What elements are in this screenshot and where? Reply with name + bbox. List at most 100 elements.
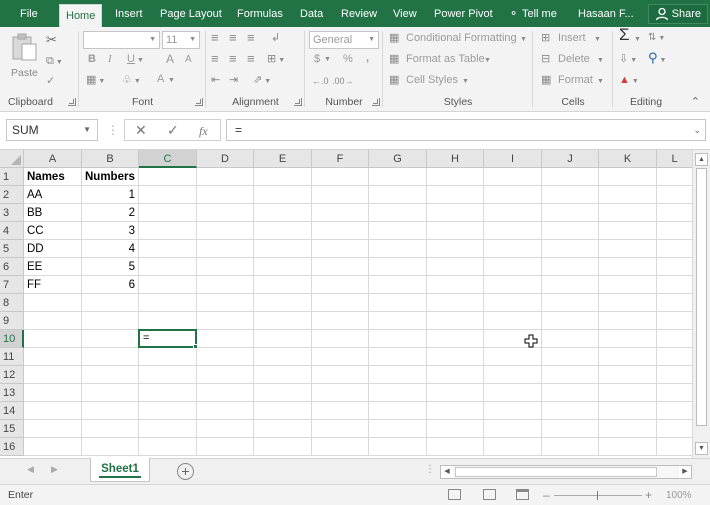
row-header-11[interactable]: 11 xyxy=(0,348,24,366)
horizontal-scroll-thumb[interactable] xyxy=(455,467,657,477)
font-name-select[interactable]: ▼ xyxy=(83,31,160,49)
tab-data[interactable]: Data xyxy=(300,0,323,27)
tab-view[interactable]: View xyxy=(393,0,417,27)
row-header-4[interactable]: 4 xyxy=(0,222,24,240)
autosum-icon[interactable]: Σ xyxy=(619,26,630,43)
chevron-down-icon[interactable]: ▼ xyxy=(520,33,527,47)
chevron-down-icon[interactable]: ▼ xyxy=(597,54,604,68)
row-header-9[interactable]: 9 xyxy=(0,312,24,330)
cell-b6[interactable]: 5 xyxy=(82,258,138,276)
zoom-level[interactable]: 100% xyxy=(666,490,692,501)
decrease-font-button[interactable]: A xyxy=(185,54,192,65)
chevron-down-icon[interactable]: ▼ xyxy=(484,54,491,68)
number-format-select[interactable]: General ▼ xyxy=(309,31,379,49)
align-bottom-icon[interactable]: ≡ xyxy=(247,31,255,45)
column-header-j[interactable]: J xyxy=(542,150,599,168)
tab-formulas[interactable]: Formulas xyxy=(237,0,283,27)
merge-center-icon[interactable]: ⊞ ▼ xyxy=(267,52,285,68)
increase-font-button[interactable]: A xyxy=(166,52,174,66)
row-header-5[interactable]: 5 xyxy=(0,240,24,258)
number-launcher-icon[interactable] xyxy=(372,98,380,106)
chevron-down-icon[interactable]: ▼ xyxy=(634,33,641,47)
worksheet-grid[interactable]: A B C D E F G H I J K L 1 2 3 4 5 6 7 8 9 10 11 12 13 14 15 16 Names… xyxy=(0,150,692,458)
row-header-3[interactable]: 3 xyxy=(0,204,24,222)
name-box[interactable]: SUM ▼ xyxy=(6,119,98,141)
percent-button[interactable]: % xyxy=(343,53,353,65)
insert-function-button[interactable]: fx xyxy=(199,123,208,139)
wrap-text-icon[interactable]: ↲ xyxy=(271,31,280,45)
cell-styles-button[interactable]: Cell Styles xyxy=(406,74,458,86)
align-right-icon[interactable]: ≡ xyxy=(247,52,255,66)
row-header-16[interactable]: 16 xyxy=(0,438,24,456)
cell-a2[interactable]: AA xyxy=(24,186,81,204)
grip-icon[interactable]: ⋮ xyxy=(107,124,119,136)
row-header-6[interactable]: 6 xyxy=(0,258,24,276)
enter-icon[interactable]: ✓ xyxy=(167,122,179,138)
align-middle-icon[interactable]: ≡ xyxy=(229,31,237,45)
alignment-launcher-icon[interactable] xyxy=(294,98,302,106)
vertical-scroll-thumb[interactable] xyxy=(696,168,707,426)
paste-button[interactable]: Paste xyxy=(8,31,40,83)
copy-icon[interactable]: ⧉ ▼ xyxy=(46,54,63,70)
fill-handle[interactable] xyxy=(193,344,198,349)
sort-filter-icon[interactable]: ⇅ ▼ xyxy=(648,31,665,46)
formula-input[interactable]: = ⌄ xyxy=(226,119,706,141)
scroll-left-icon[interactable]: ◀ xyxy=(441,466,453,478)
column-header-e[interactable]: E xyxy=(254,150,312,168)
column-header-f[interactable]: F xyxy=(312,150,369,168)
tab-power-pivot[interactable]: Power Pivot xyxy=(434,0,493,27)
comma-button[interactable]: , xyxy=(366,52,369,64)
active-cell-c10[interactable]: = xyxy=(138,329,197,348)
expand-formula-icon[interactable]: ⌄ xyxy=(693,120,701,140)
font-launcher-icon[interactable] xyxy=(195,98,203,106)
horizontal-scrollbar[interactable]: ◀ ▶ xyxy=(440,465,692,479)
column-header-k[interactable]: K xyxy=(599,150,657,168)
account-name[interactable]: Hasaan F... xyxy=(578,0,634,27)
row-header-1[interactable]: 1 xyxy=(0,168,24,186)
tab-insert[interactable]: Insert xyxy=(115,0,143,27)
page-layout-view-icon[interactable] xyxy=(483,489,496,500)
bold-button[interactable]: B xyxy=(88,53,96,65)
chevron-down-icon[interactable]: ▼ xyxy=(462,75,469,89)
decrease-indent-icon[interactable]: ⇤ xyxy=(211,73,220,87)
cell-b5[interactable]: 4 xyxy=(82,240,138,258)
zoom-slider-thumb[interactable] xyxy=(597,491,598,500)
chevron-down-icon[interactable]: ▼ xyxy=(597,75,604,89)
row-header-15[interactable]: 15 xyxy=(0,420,24,438)
add-sheet-icon[interactable]: + xyxy=(177,463,194,480)
tab-home[interactable]: Home xyxy=(59,4,103,27)
page-break-view-icon[interactable] xyxy=(516,489,529,500)
cell-b1[interactable]: Numbers xyxy=(82,168,138,186)
column-header-g[interactable]: G xyxy=(369,150,427,168)
cell-b7[interactable]: 6 xyxy=(82,276,138,294)
clear-icon[interactable]: ▲ ▼ xyxy=(619,73,639,89)
cancel-icon[interactable]: ✕ xyxy=(135,122,147,138)
decrease-decimal-icon[interactable]: .00→ xyxy=(332,74,354,88)
scroll-up-icon[interactable]: ▲ xyxy=(695,153,708,166)
column-header-i[interactable]: I xyxy=(484,150,542,168)
scroll-right-icon[interactable]: ▶ xyxy=(679,466,691,478)
row-header-13[interactable]: 13 xyxy=(0,384,24,402)
next-sheet-icon[interactable]: ▶ xyxy=(51,464,58,475)
column-header-b[interactable]: B xyxy=(82,150,139,168)
italic-button[interactable]: I xyxy=(108,53,112,65)
vertical-scrollbar[interactable]: ▲ ▼ xyxy=(692,150,710,458)
font-size-select[interactable]: 11 ▼ xyxy=(162,31,200,49)
column-header-a[interactable]: A xyxy=(24,150,82,168)
cell-a1[interactable]: Names xyxy=(24,168,81,186)
fill-color-icon[interactable]: ♧ ▼ xyxy=(122,73,141,89)
tab-page-layout[interactable]: Page Layout xyxy=(160,0,222,27)
zoom-out-icon[interactable]: – xyxy=(543,488,550,502)
column-header-l[interactable]: L xyxy=(657,150,692,168)
tab-file[interactable]: File xyxy=(20,0,38,27)
column-header-h[interactable]: H xyxy=(427,150,484,168)
delete-button[interactable]: Delete xyxy=(558,53,590,65)
cut-icon[interactable]: ✂ xyxy=(46,33,57,47)
insert-button[interactable]: Insert xyxy=(558,32,586,44)
font-color-button[interactable]: A xyxy=(157,73,164,85)
row-header-2[interactable]: 2 xyxy=(0,186,24,204)
row-header-10[interactable]: 10 xyxy=(0,330,24,348)
underline-button[interactable]: U xyxy=(127,53,135,65)
chevron-down-icon[interactable]: ▼ xyxy=(594,33,601,47)
align-top-icon[interactable]: ≡ xyxy=(211,31,219,45)
